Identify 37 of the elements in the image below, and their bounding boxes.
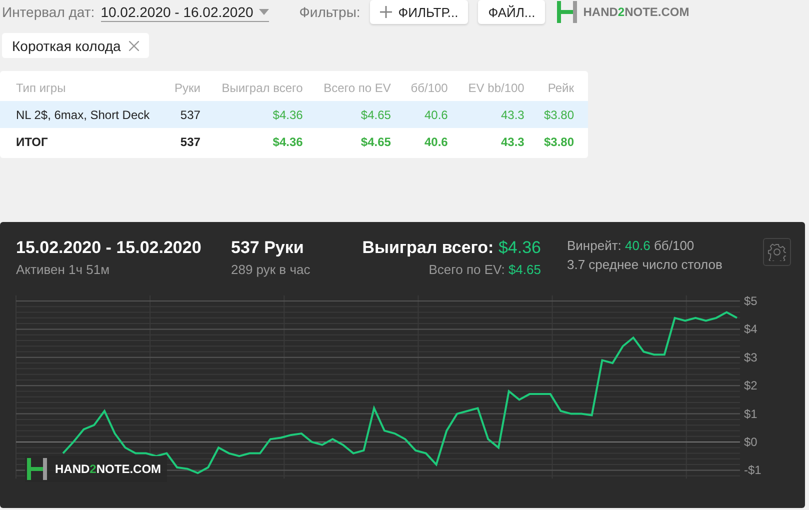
axis-label: $0: [744, 435, 758, 449]
logo-text: HAND2NOTE.COM: [55, 462, 162, 476]
total-won: Выиграл всего: $4.36: [362, 238, 541, 258]
column-header[interactable]: Выиграл всего: [214, 75, 317, 101]
close-icon[interactable]: [128, 40, 139, 50]
filter-chip[interactable]: Короткая колода: [2, 33, 149, 58]
session-period: 15.02.2020 - 15.02.2020: [16, 238, 202, 258]
column-header[interactable]: Рейк: [538, 75, 588, 101]
filters-label: Фильтры:: [299, 4, 360, 20]
hands-rate: 289 рук в час: [231, 262, 312, 277]
date-range-field[interactable]: 10.02.2020 - 16.02.2020: [100, 2, 270, 22]
file-button[interactable]: ФАЙЛ...: [478, 0, 546, 24]
axis-label: $5: [744, 294, 758, 308]
hands-count: 537 Руки: [231, 238, 305, 258]
average-tables: 3.7 среднее число столов: [567, 257, 722, 272]
logo-text: HAND2NOTE.COM: [583, 5, 690, 19]
add-filter-button[interactable]: ФИЛЬТР...: [370, 0, 468, 24]
logo-icon: [557, 1, 578, 23]
active-time: Активен 1ч 51м: [16, 262, 111, 277]
axis-label: -$1: [744, 463, 762, 478]
axis-label: $3: [744, 350, 758, 364]
plus-icon: [380, 6, 392, 18]
date-label: Интервал дат:: [2, 4, 95, 20]
caret-icon: [259, 8, 270, 14]
winrate: Винрейт: 40.6 бб/100: [567, 238, 696, 253]
column-header[interactable]: Всего по EV: [316, 75, 405, 101]
column-header[interactable]: бб/100: [404, 75, 462, 101]
table-row[interactable]: ИТОГ 537 $4.36 $4.65 40.6 43.3 $3.80: [0, 128, 588, 155]
column-header[interactable]: Тип игры: [0, 75, 170, 101]
column-header[interactable]: EV bb/100: [462, 75, 538, 101]
settings-button[interactable]: [763, 238, 791, 266]
ev-total: Всего по EV: $4.65: [428, 262, 541, 277]
logo-icon: [27, 458, 47, 480]
column-header[interactable]: Руки: [169, 75, 214, 101]
axis-label: $1: [744, 406, 758, 421]
axis-label: $4: [744, 322, 758, 336]
axis-label: $2: [744, 378, 758, 393]
